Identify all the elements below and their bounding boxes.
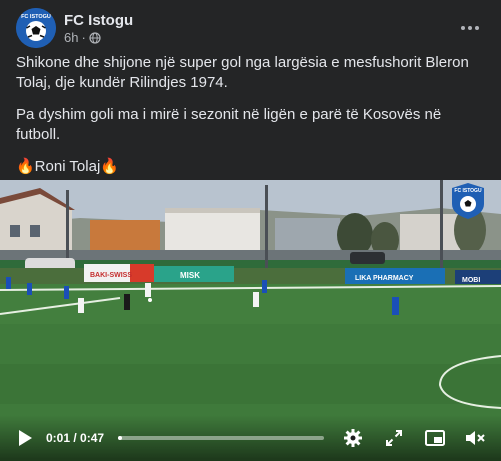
video-player[interactable]: BAKI-SWISS MISK LIKA PHARMACY MOBI FC IS… [0,180,501,461]
fullscreen-icon [386,430,402,446]
volume-muted-icon [466,431,485,445]
pip-button[interactable] [422,425,448,451]
current-time: 0:01 [46,431,71,445]
globe-icon[interactable] [89,31,101,44]
post-timestamp[interactable]: 6h [64,30,78,46]
more-options-icon [461,26,479,30]
watermark-text: FC ISTOGU [454,188,482,194]
ad-board-text: MOBI [462,277,480,284]
ad-board-text: BAKI-SWISS [90,272,132,279]
progress-bar[interactable] [118,436,325,440]
post-text: Shikone dhe shijone një super gol nga la… [16,53,486,189]
more-options-button[interactable] [454,14,486,42]
separator-dot: · [81,29,86,45]
post-paragraph: Pa dyshim goli ma i mirë i sezonit në li… [16,106,442,143]
club-logo-icon: FC ISTOGU [16,8,56,48]
post-paragraph: 🔥Roni Tolaj🔥 [16,158,119,175]
play-button[interactable] [12,425,38,451]
avatar-logo-text: FC ISTOGU [21,14,51,20]
facebook-post: FC ISTOGU FC Istogu 6h · Shikone dhe shi… [0,0,501,461]
page-name-link[interactable]: FC Istogu [64,11,133,30]
volume-button[interactable] [463,425,489,451]
settings-button[interactable] [340,425,366,451]
fullscreen-button[interactable] [381,425,407,451]
pip-icon [425,430,445,446]
post-meta: 6h · [64,30,133,46]
ad-board-text: LIKA PHARMACY [355,275,414,282]
video-time: 0:01 / 0:47 [46,431,104,445]
club-watermark-icon: FC ISTOGU [452,183,484,219]
avatar[interactable]: FC ISTOGU [16,8,56,48]
post-paragraph: Shikone dhe shijone një super gol nga la… [16,54,469,91]
progress-fill [118,436,123,440]
ad-board-text: MISK [180,271,200,280]
settings-icon [344,429,362,447]
post-header: FC ISTOGU FC Istogu 6h · [16,8,486,48]
duration: 0:47 [80,431,105,445]
play-icon [19,430,32,446]
video-controls: 0:01 / 0:47 [0,415,501,461]
